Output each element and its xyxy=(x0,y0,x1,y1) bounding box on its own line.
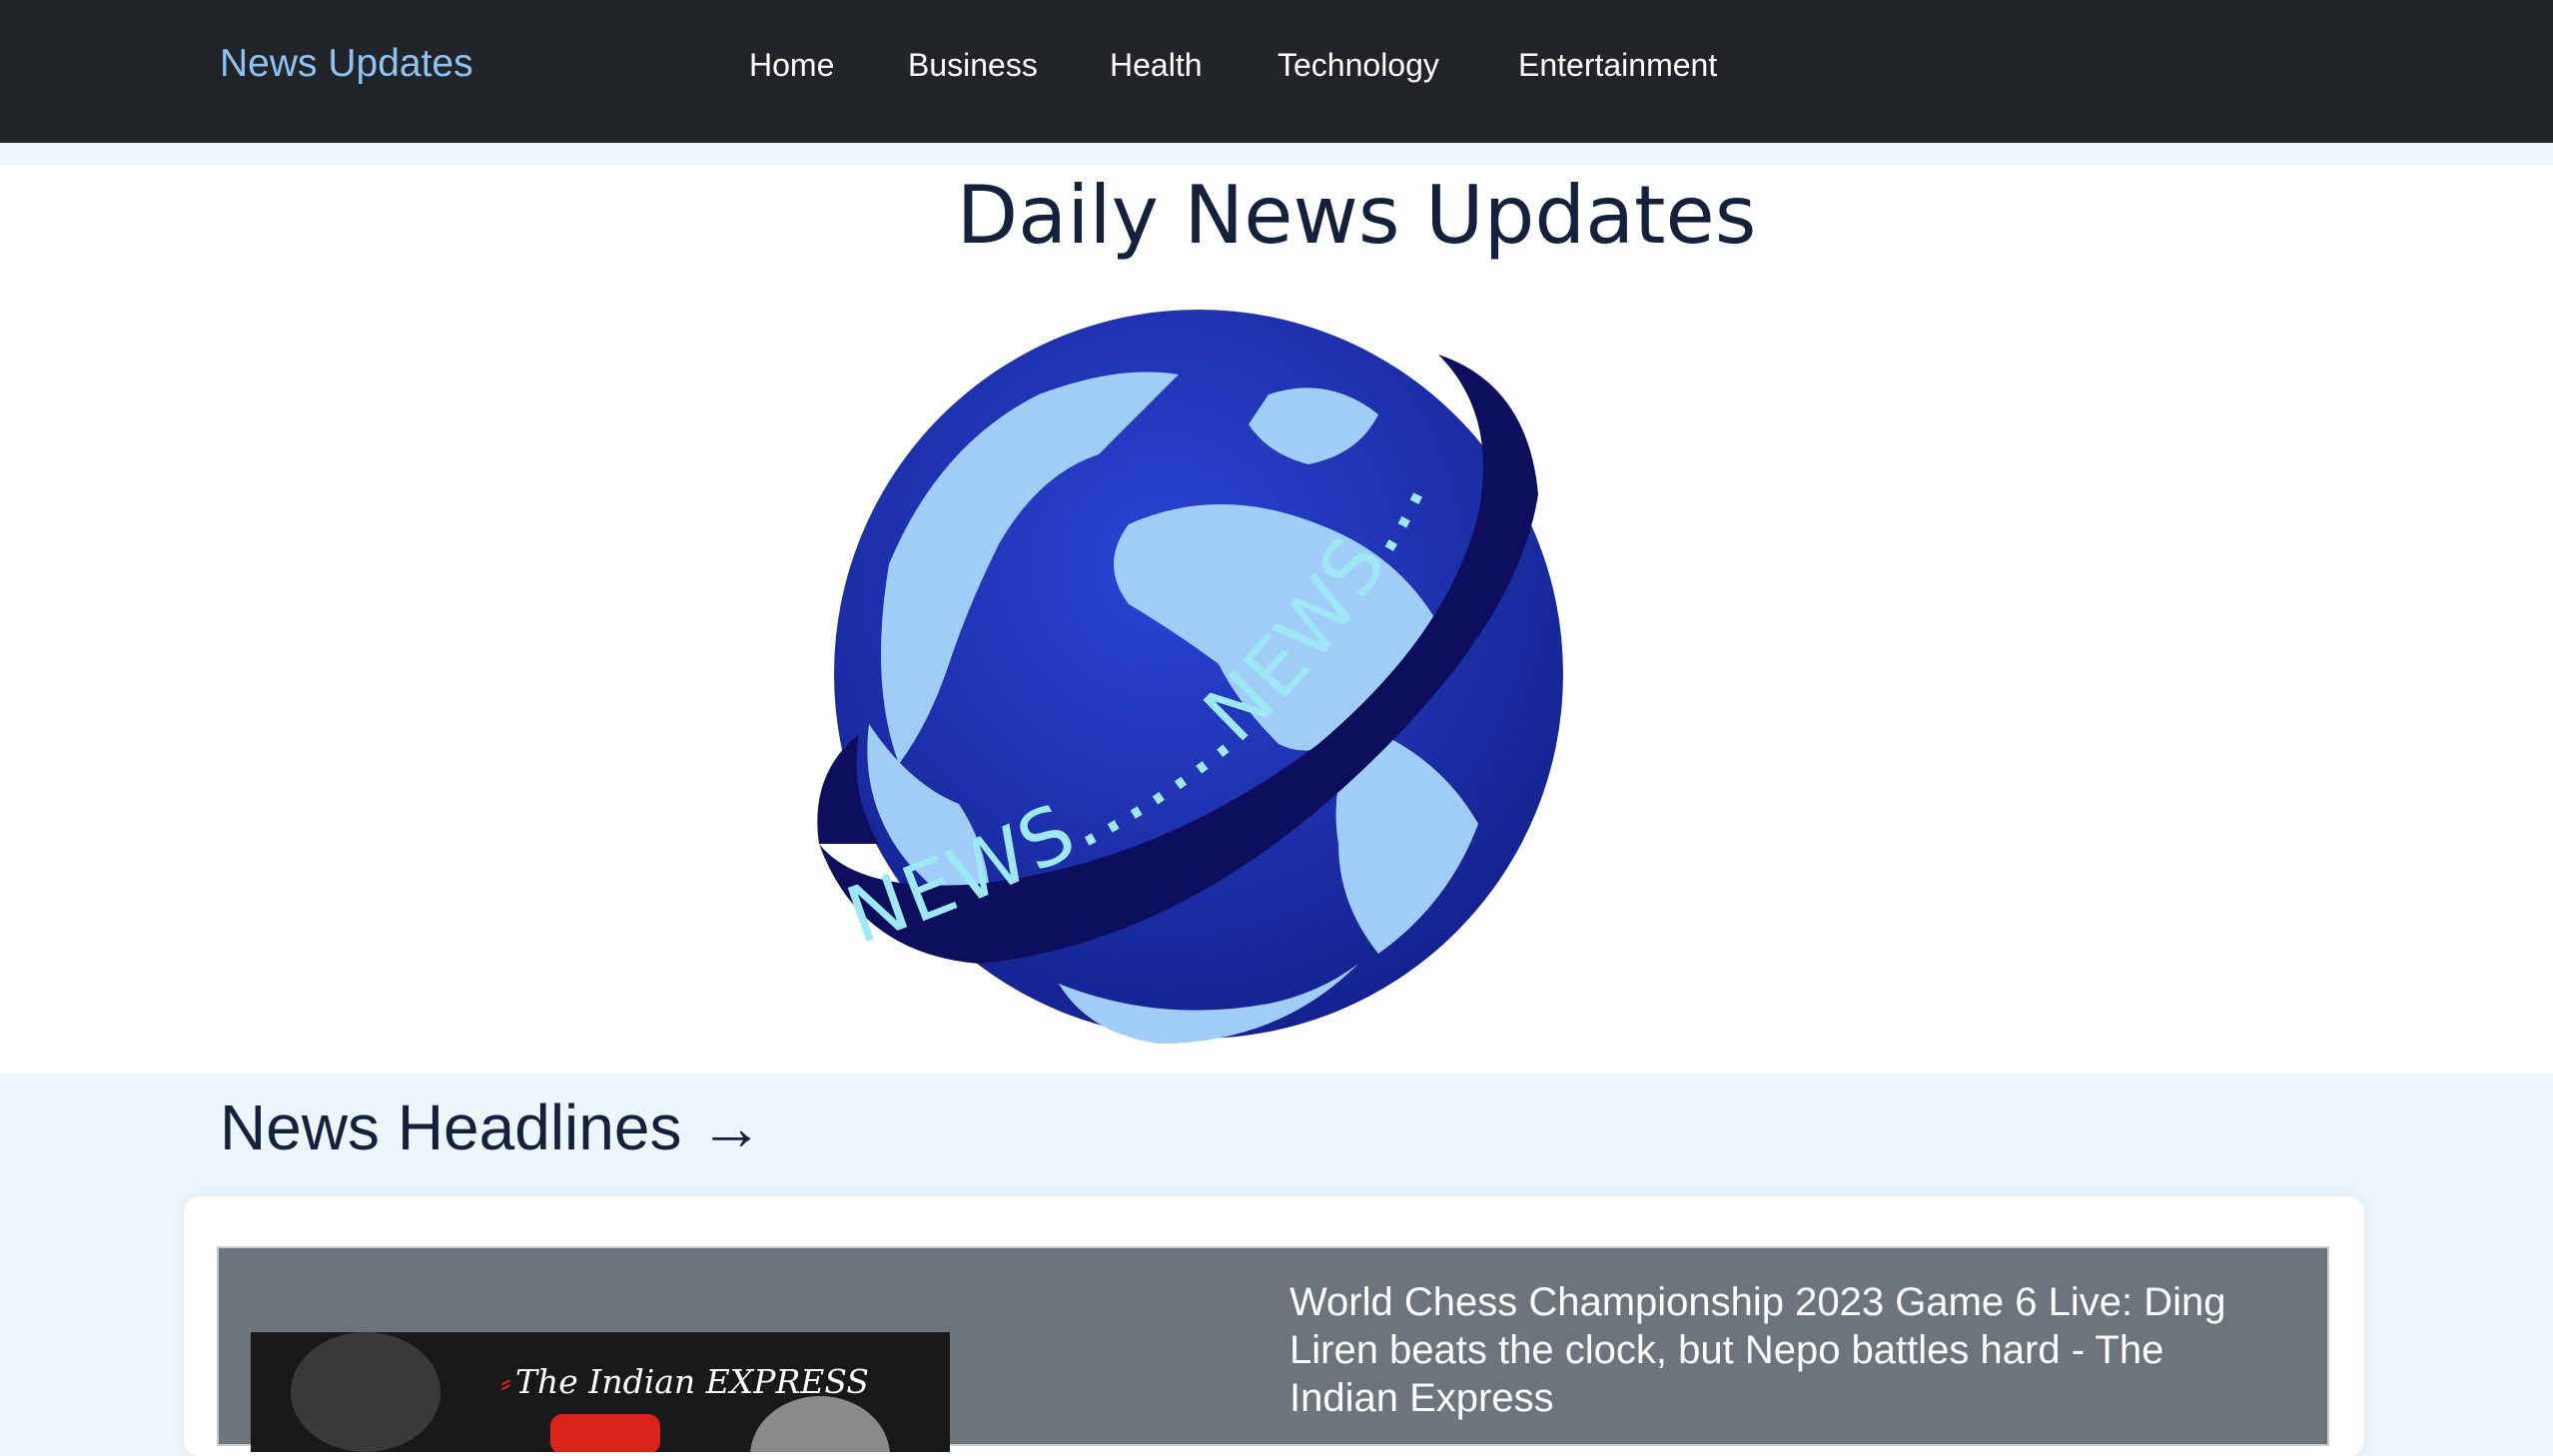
nav-home[interactable]: Home xyxy=(749,47,834,84)
page-title: Daily News Updates xyxy=(956,169,1757,262)
thumbnail-person-right xyxy=(750,1396,890,1452)
nav-business[interactable]: Business xyxy=(908,47,1038,84)
news-globe-logo: NEWS.......NEWS...... xyxy=(799,305,1598,1064)
news-article-card[interactable]: ⸗ The Indian EXPRESS World Chess Champion… xyxy=(217,1246,2329,1452)
thumbnail-source-logo: ⸗ The Indian EXPRESS xyxy=(500,1362,870,1401)
brand-link[interactable]: News Updates xyxy=(220,42,473,86)
nav-entertainment[interactable]: Entertainment xyxy=(1518,47,1717,84)
flame-icon: ⸗ xyxy=(500,1362,511,1401)
nav-health[interactable]: Health xyxy=(1110,47,1203,84)
headlines-card: ⸗ The Indian EXPRESS World Chess Champion… xyxy=(184,1196,2364,1456)
hero-section: Daily News Updates NEWS.......NEWS... xyxy=(0,165,2553,1074)
thumbnail-badge xyxy=(550,1414,660,1452)
thumbnail-person-left xyxy=(291,1332,440,1452)
nav-technology[interactable]: Technology xyxy=(1277,47,1439,84)
headlines-section-title[interactable]: News Headlines → xyxy=(220,1091,763,1164)
navbar-spacer xyxy=(0,143,2553,165)
article-thumbnail[interactable]: ⸗ The Indian EXPRESS xyxy=(251,1332,950,1452)
top-navbar: News Updates Home Business Health Techno… xyxy=(0,0,2553,143)
article-title[interactable]: World Chess Championship 2023 Game 6 Liv… xyxy=(1289,1278,2268,1422)
